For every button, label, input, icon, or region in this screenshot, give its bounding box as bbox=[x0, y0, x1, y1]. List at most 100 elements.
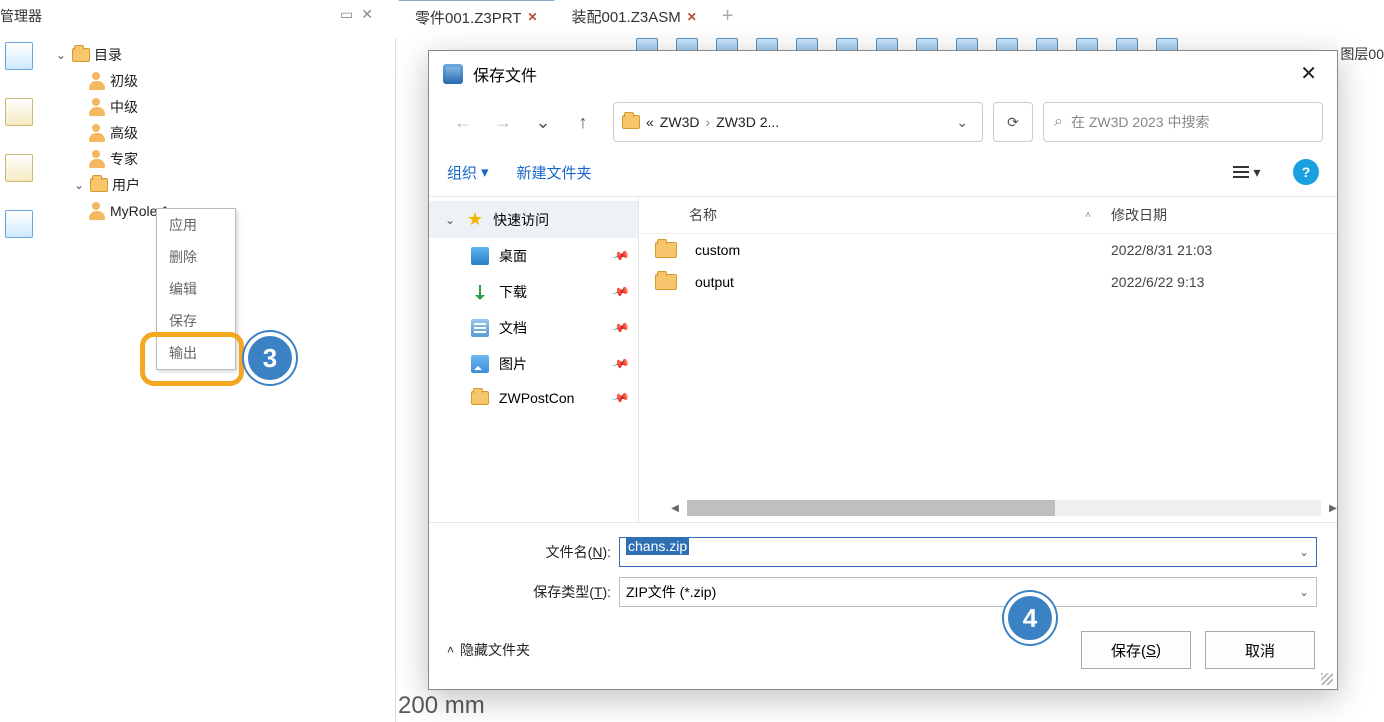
tree-node-level[interactable]: 中级 bbox=[48, 94, 395, 120]
chevron-down-icon[interactable]: ⌄ bbox=[54, 48, 68, 62]
viewport-scale: 200 mm bbox=[398, 692, 485, 720]
dialog-titlebar: 保存文件 ✕ bbox=[429, 51, 1337, 96]
sidebar-item-label: 文档 bbox=[499, 318, 603, 338]
pin-icon[interactable]: 📌 bbox=[611, 318, 631, 338]
sidebar-pictures[interactable]: 图片 📌 bbox=[429, 346, 638, 382]
tree-node-root[interactable]: ⌄ 目录 bbox=[48, 42, 395, 68]
sidebar-zwpostcon[interactable]: ZWPostCon 📌 bbox=[429, 382, 638, 414]
new-folder-button[interactable]: 新建文件夹 bbox=[517, 162, 592, 183]
sidebar-quick-access[interactable]: ⌄ ★ 快速访问 bbox=[429, 201, 638, 238]
organize-label: 组织 bbox=[447, 162, 477, 183]
pin-icon[interactable]: 📌 bbox=[611, 282, 631, 302]
search-placeholder: 在 ZW3D 2023 中搜索 bbox=[1071, 112, 1209, 132]
tab-part001[interactable]: 零件001.Z3PRT ✕ bbox=[398, 0, 555, 34]
user-icon bbox=[88, 72, 106, 90]
context-menu: 应用 删除 编辑 保存 输出 bbox=[156, 208, 236, 370]
breadcrumb-seg[interactable]: ZW3D bbox=[660, 114, 700, 130]
filetype-value: ZIP文件 (*.zip) bbox=[626, 582, 716, 602]
chevron-down-icon: ▾ bbox=[481, 163, 489, 181]
sidebar-item-label: ZWPostCon bbox=[499, 390, 603, 406]
user-icon bbox=[88, 98, 106, 116]
strip-icon[interactable] bbox=[5, 42, 33, 70]
horizontal-scrollbar[interactable]: ◀ ▶ bbox=[687, 500, 1321, 516]
nav-up-button[interactable]: ↑ bbox=[563, 104, 603, 140]
save-button[interactable]: 保存(S) bbox=[1081, 631, 1191, 669]
scrollbar-thumb[interactable] bbox=[687, 500, 1055, 516]
filetype-select[interactable]: ZIP文件 (*.zip) bbox=[619, 577, 1317, 607]
panel-close-icon[interactable]: ✕ bbox=[361, 6, 373, 23]
pin-icon[interactable]: 📌 bbox=[611, 354, 631, 374]
pin-icon[interactable]: 📌 bbox=[611, 246, 631, 266]
column-header-name[interactable]: 名称 ˄ bbox=[655, 205, 1111, 225]
chevron-down-icon[interactable]: ⌄ bbox=[72, 178, 86, 192]
folder-icon bbox=[72, 48, 90, 62]
folder-icon bbox=[655, 274, 677, 290]
nav-recent-dropdown[interactable]: ⌄ bbox=[523, 104, 563, 140]
tree-node-users[interactable]: ⌄ 用户 bbox=[48, 172, 395, 198]
help-button[interactable]: ? bbox=[1293, 159, 1319, 185]
panel-window-controls: ▭ ✕ bbox=[340, 6, 373, 23]
ctx-export[interactable]: 输出 bbox=[157, 337, 235, 369]
close-icon[interactable]: ✕ bbox=[687, 10, 697, 24]
sidebar-item-label: 桌面 bbox=[499, 246, 603, 266]
document-tabs: 零件001.Z3PRT ✕ 装配001.Z3ASM ✕ + bbox=[398, 0, 741, 32]
organize-button[interactable]: 组织▾ bbox=[447, 162, 489, 183]
new-tab-button[interactable]: + bbox=[714, 5, 742, 28]
view-mode-button[interactable]: ▾ bbox=[1229, 158, 1265, 186]
scroll-right-icon[interactable]: ▶ bbox=[1325, 500, 1341, 516]
desktop-icon bbox=[471, 247, 489, 265]
breadcrumb-seg[interactable]: ZW3D 2... bbox=[716, 114, 779, 130]
ctx-save[interactable]: 保存 bbox=[157, 305, 235, 337]
tree-node-level[interactable]: 高级 bbox=[48, 120, 395, 146]
step-badge-4: 4 bbox=[1004, 592, 1056, 644]
breadcrumb[interactable]: « ZW3D › ZW3D 2... ⌄ bbox=[613, 102, 983, 142]
tree-label: 初级 bbox=[110, 71, 138, 91]
hide-folders-toggle[interactable]: ˄ 隐藏文件夹 bbox=[447, 640, 530, 660]
sidebar-documents[interactable]: 文档 📌 bbox=[429, 310, 638, 346]
chevron-down-icon[interactable]: ⌄ bbox=[1299, 585, 1309, 599]
close-icon[interactable]: ✕ bbox=[527, 10, 537, 24]
resize-grip[interactable] bbox=[1321, 673, 1333, 685]
strip-icon[interactable] bbox=[5, 210, 33, 238]
ctx-edit[interactable]: 编辑 bbox=[157, 273, 235, 305]
breadcrumb-prefix: « bbox=[646, 114, 654, 130]
save-file-dialog: 保存文件 ✕ ← → ⌄ ↑ « ZW3D › ZW3D 2... ⌄ ⟳ ⌕ … bbox=[428, 50, 1338, 690]
strip-icon[interactable] bbox=[5, 154, 33, 182]
nav-forward-button[interactable]: → bbox=[483, 104, 523, 140]
panel-min-icon[interactable]: ▭ bbox=[340, 6, 353, 23]
sidebar-desktop[interactable]: 桌面 📌 bbox=[429, 238, 638, 274]
refresh-button[interactable]: ⟳ bbox=[993, 102, 1033, 142]
tree-label: 目录 bbox=[94, 45, 122, 65]
ctx-delete[interactable]: 删除 bbox=[157, 241, 235, 273]
chevron-down-icon[interactable]: ⌄ bbox=[1299, 545, 1309, 559]
document-icon bbox=[471, 319, 489, 337]
file-row[interactable]: output 2022/6/22 9:13 bbox=[639, 266, 1337, 298]
user-icon bbox=[88, 124, 106, 142]
tree-label: 高级 bbox=[110, 123, 138, 143]
tab-assembly001[interactable]: 装配001.Z3ASM ✕ bbox=[555, 0, 714, 33]
strip-icon[interactable] bbox=[5, 98, 33, 126]
file-row[interactable]: custom 2022/8/31 21:03 bbox=[639, 234, 1337, 266]
scroll-left-icon[interactable]: ◀ bbox=[667, 500, 683, 516]
file-date: 2022/6/22 9:13 bbox=[1111, 274, 1321, 290]
cancel-button[interactable]: 取消 bbox=[1205, 631, 1315, 669]
tree-node-level[interactable]: 专家 bbox=[48, 146, 395, 172]
filename-input[interactable]: chans.zip bbox=[619, 537, 1317, 567]
file-date: 2022/8/31 21:03 bbox=[1111, 242, 1321, 258]
tree-node-level[interactable]: 初级 bbox=[48, 68, 395, 94]
chevron-down-icon[interactable]: ⌄ bbox=[445, 213, 457, 227]
user-icon bbox=[88, 202, 106, 220]
file-list-header: 名称 ˄ 修改日期 bbox=[639, 197, 1337, 234]
sidebar-downloads[interactable]: 下载 📌 bbox=[429, 274, 638, 310]
pin-icon[interactable]: 📌 bbox=[611, 388, 631, 408]
sidebar-item-label: 快速访问 bbox=[493, 210, 628, 230]
left-tool-strip bbox=[0, 42, 38, 238]
chevron-down-icon[interactable]: ⌄ bbox=[950, 114, 974, 131]
nav-back-button[interactable]: ← bbox=[443, 104, 483, 140]
search-input[interactable]: ⌕ 在 ZW3D 2023 中搜索 bbox=[1043, 102, 1323, 142]
close-icon[interactable]: ✕ bbox=[1294, 61, 1323, 86]
download-icon bbox=[471, 283, 489, 301]
sort-indicator-icon: ˄ bbox=[1085, 210, 1091, 221]
column-header-date[interactable]: 修改日期 bbox=[1111, 205, 1321, 225]
ctx-apply[interactable]: 应用 bbox=[157, 209, 235, 241]
